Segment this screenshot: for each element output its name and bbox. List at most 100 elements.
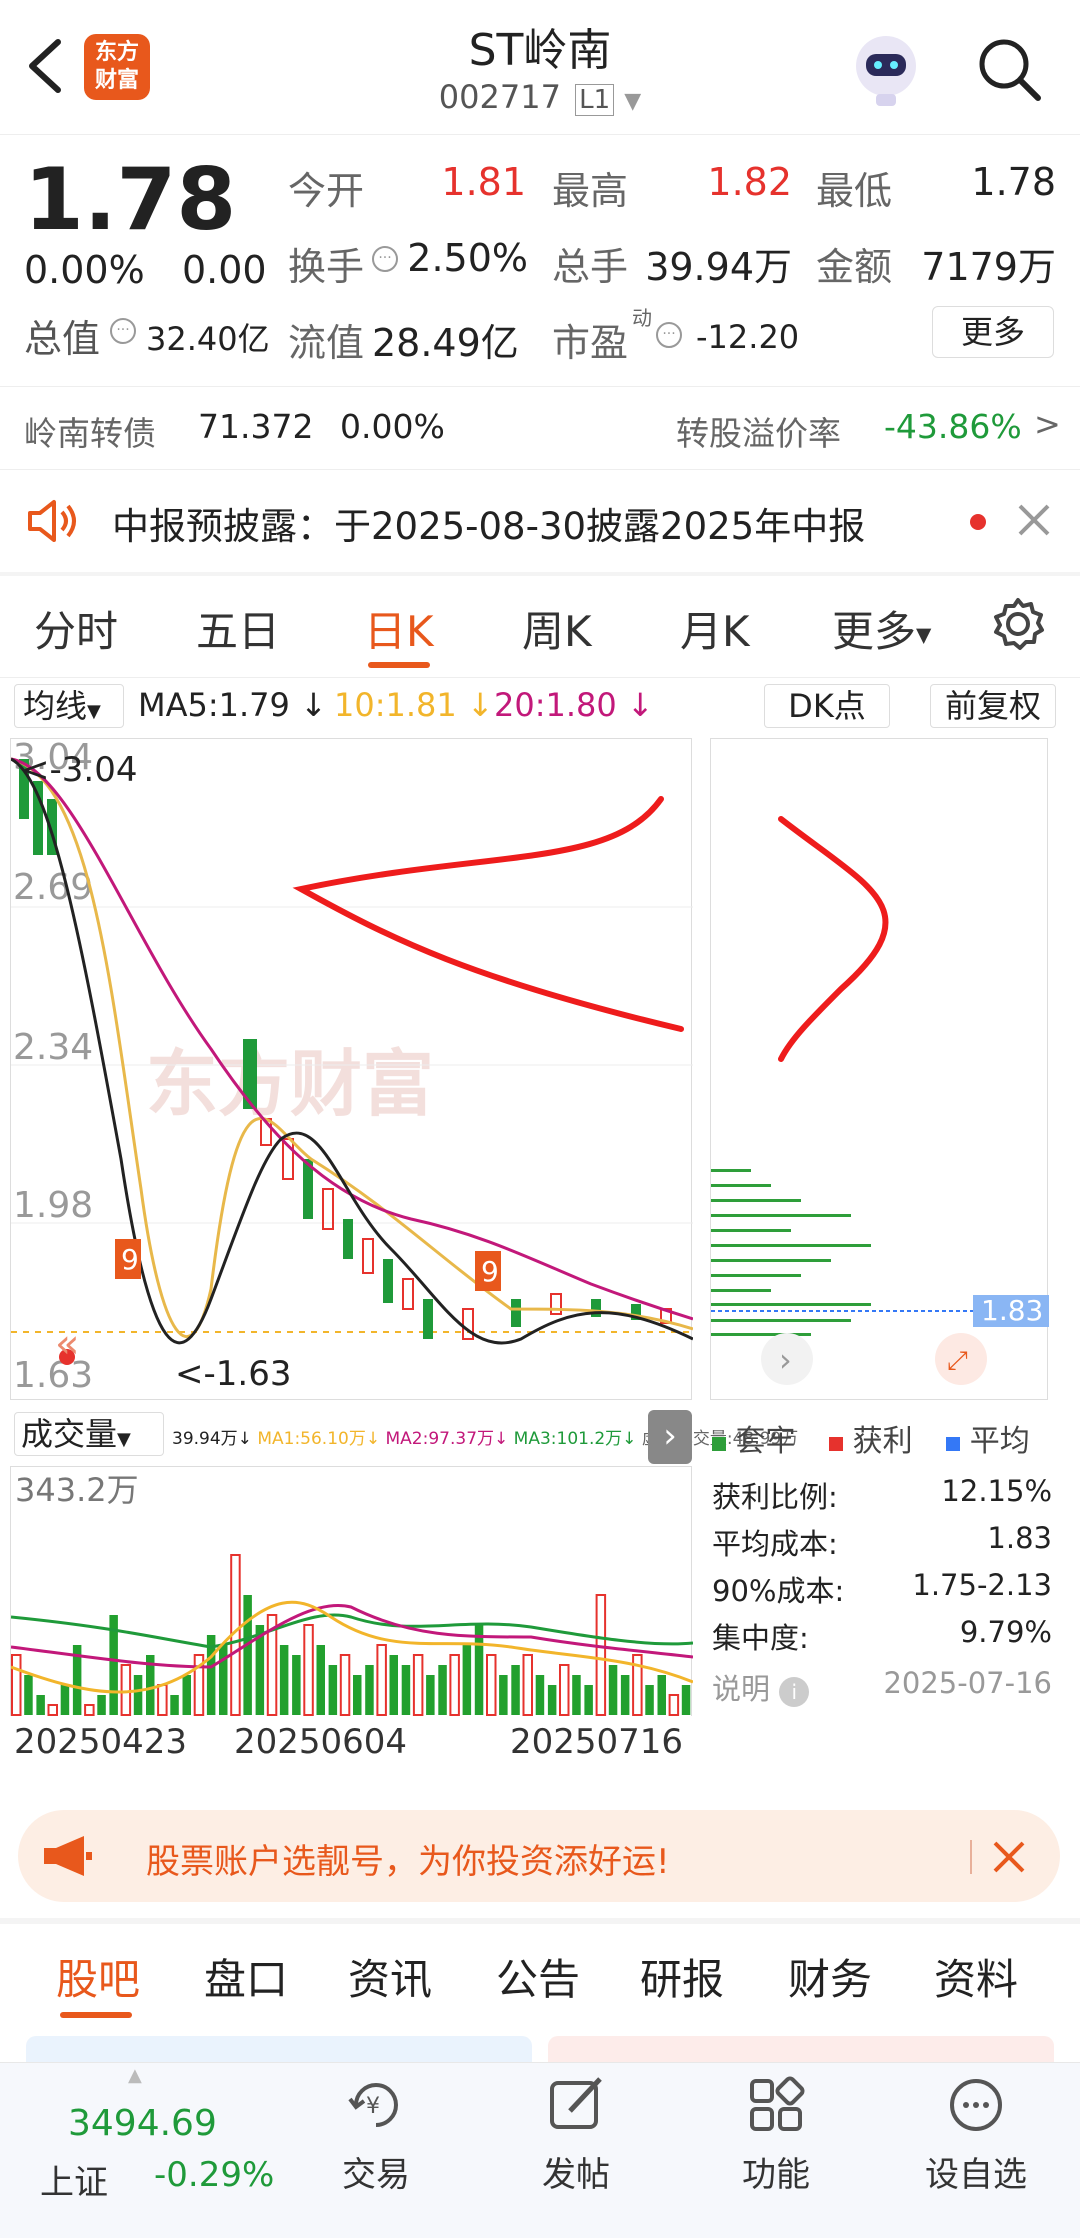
volume-bar	[572, 1675, 581, 1715]
tab-more-label: 更多	[832, 607, 917, 656]
volume-bar	[595, 1594, 607, 1716]
volume-bar	[339, 1654, 351, 1716]
volume-bar	[559, 1664, 570, 1716]
tab-yuek[interactable]: 月K	[680, 598, 750, 659]
info-icon[interactable]: ···	[372, 246, 398, 272]
min-label: <-1.63	[175, 1354, 291, 1394]
more-button[interactable]: 更多	[932, 306, 1054, 358]
volume-indicator-select[interactable]: 成交量▼	[14, 1412, 164, 1456]
tab-zhouk[interactable]: 周K	[522, 598, 592, 659]
date-label: 20250423	[14, 1722, 188, 1762]
adjust-forward-button[interactable]: 前复权	[930, 684, 1056, 728]
volume-label: 成交量	[21, 1415, 118, 1453]
subtab-guba[interactable]: 股吧	[56, 1946, 140, 2007]
volume-bar	[328, 1665, 338, 1715]
volume-bar	[182, 1675, 191, 1715]
kline-chart[interactable]: 东方财富 3.04 2.69 2.34 1.98 1.63 <-3.04 <-1…	[10, 738, 693, 1400]
caret-up-icon: ▲	[128, 2065, 142, 2086]
caret-down-icon: ▼	[117, 1429, 131, 1450]
stat-row: 平均成本: 1.83	[712, 1521, 1052, 1568]
search-icon[interactable]	[974, 34, 1044, 104]
notice-bar[interactable]: 中报预披露：于2025-08-30披露2025年中报	[0, 470, 1080, 572]
open-value: 1.81	[441, 160, 526, 204]
quote-panel: 1.78 0.00% 0.00 总值 ··· 32.40亿 今开 1.81 最高…	[0, 136, 1080, 386]
stat-label: 90%成本:	[712, 1574, 845, 1608]
date-label: 20250604	[234, 1722, 408, 1762]
tab-wuri[interactable]: 五日	[196, 598, 280, 659]
change-pct: 0.00%	[24, 248, 145, 292]
nav-post-label: 发帖	[542, 2155, 610, 2195]
chip-distribution-chart[interactable]: 1.83 › ⤢	[710, 738, 1049, 1400]
close-icon[interactable]	[992, 1840, 1026, 1874]
nav-function[interactable]: 功能	[696, 2073, 856, 2196]
nav-trade[interactable]: ¥ 交易	[296, 2073, 456, 2196]
info-icon[interactable]: ···	[110, 318, 136, 344]
nav-function-label: 功能	[742, 2155, 810, 2195]
megaphone-icon	[42, 1834, 94, 1878]
info-icon[interactable]: ···	[656, 322, 682, 348]
legend-avg: 平均	[969, 1424, 1030, 1459]
volume-bar	[353, 1675, 362, 1715]
y-label: 2.34	[13, 1027, 93, 1068]
subtab-ziliao[interactable]: 资料	[934, 1946, 1018, 2007]
volume-bar	[219, 1645, 228, 1715]
turnover-value: 2.50%	[407, 236, 528, 280]
index-widget[interactable]: ▲ 3494.69 上证 -0.29%	[24, 2063, 284, 2233]
ma-type-select[interactable]: 均线▼	[14, 684, 124, 728]
volume-bar	[170, 1695, 179, 1715]
legend-trapped: 套牢	[735, 1424, 796, 1459]
date-label: 20250716	[510, 1722, 684, 1762]
robot-assistant-icon[interactable]	[846, 28, 926, 108]
stat-note-row[interactable]: 说明 i 2025-07-16	[712, 1666, 1052, 1713]
notice-text: 中报预披露：于2025-08-30披露2025年中报	[112, 505, 866, 548]
stat-row: 集中度: 9.79%	[712, 1615, 1052, 1662]
tab-rik[interactable]: 日K	[364, 598, 434, 659]
subtab-active-indicator	[60, 2012, 132, 2018]
close-icon[interactable]	[1016, 502, 1052, 538]
dk-point-button[interactable]: DK点	[764, 684, 890, 728]
y-label: 1.98	[13, 1185, 93, 1226]
volume-bar	[243, 1595, 252, 1715]
vol-current: 39.94万↓	[172, 1429, 252, 1449]
volume-bar	[668, 1694, 680, 1716]
subtab-gonggao[interactable]: 公告	[496, 1946, 580, 2007]
volume-bar	[316, 1645, 325, 1715]
tab-fenshi[interactable]: 分时	[34, 598, 118, 659]
index-name: 上证	[40, 2163, 108, 2203]
volume-bar	[365, 1665, 374, 1715]
chip-legend: 套牢 获利 平均	[712, 1416, 1052, 1460]
stat-value: 12.15%	[941, 1474, 1052, 1508]
settings-gear-icon[interactable]	[990, 596, 1046, 652]
high-value: 1.82	[707, 160, 792, 204]
volume-bar	[11, 1654, 22, 1716]
ad-text: 股票账户选靓号，为你投资添好运!	[146, 1842, 670, 1882]
ad-banner[interactable]: 股票账户选靓号，为你投资添好运!	[18, 1810, 1060, 1902]
stat-value: 9.79%	[959, 1615, 1052, 1649]
subtab-caiwu[interactable]: 财务	[788, 1946, 872, 2007]
volume-bar	[474, 1625, 484, 1715]
pe-sup: 动	[632, 306, 652, 330]
subtab-zixun[interactable]: 资讯	[348, 1946, 432, 2007]
volume-max-label: 343.2万	[15, 1471, 139, 1509]
volume-bar	[376, 1644, 387, 1716]
volume-bar	[24, 1675, 33, 1715]
volume-value: 39.94万	[645, 245, 792, 289]
max-label: <-3.04	[21, 750, 137, 790]
volume-bar	[547, 1685, 557, 1715]
bond-price: 71.372	[198, 407, 314, 446]
mktcap-value: 32.40亿	[146, 320, 270, 358]
expand-panel-button[interactable]: ›	[648, 1410, 692, 1464]
nav-watchlist-label: 设自选	[925, 2155, 1027, 2195]
volume-label: 总手	[552, 245, 629, 289]
expand-right-icon: ›	[779, 1341, 792, 1379]
subtab-pankou[interactable]: 盘口	[204, 1946, 288, 2007]
convertible-bond-row[interactable]: 岭南转债 71.372 0.00% 转股溢价率 -43.86% >	[0, 386, 1080, 470]
subtab-yanbao[interactable]: 研报	[640, 1946, 724, 2007]
pe-label: 市盈	[552, 321, 629, 365]
nav-post[interactable]: 发帖	[496, 2073, 656, 2196]
volume-chart[interactable]: 343.2万	[10, 1466, 693, 1716]
nav-watchlist[interactable]: 设自选	[896, 2073, 1056, 2196]
tab-more[interactable]: 更多▼	[832, 598, 931, 659]
volume-bar	[412, 1654, 424, 1716]
turnover-label: 换手	[288, 245, 365, 289]
